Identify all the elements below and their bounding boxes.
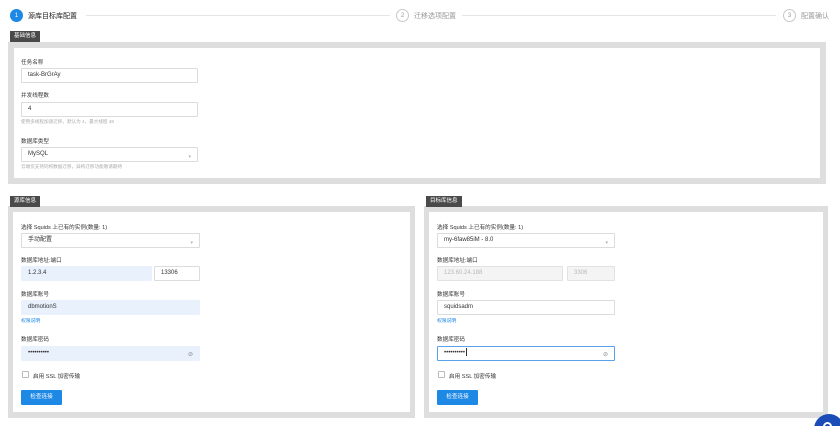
source-password-input[interactable]: •••••••••• ⊘ <box>21 346 200 361</box>
task-name-label: 任务名称 <box>21 60 44 66</box>
step-2-label: 迁移选项配置 <box>414 12 456 20</box>
source-ssl-checkbox[interactable] <box>22 371 29 378</box>
target-tag: 目标库信息 <box>426 196 462 207</box>
eye-off-icon[interactable]: ⊘ <box>603 349 608 362</box>
target-test-connection-button[interactable]: 检查连接 <box>437 390 478 405</box>
source-port-input[interactable]: 13306 <box>154 266 200 281</box>
target-password-input[interactable]: •••••••••• ⊘ <box>437 346 615 361</box>
source-host-input[interactable]: 1.2.3.4 <box>21 266 152 281</box>
source-permission-link[interactable]: 权限说明 <box>21 317 40 324</box>
steps-bar: 1 源库目标库配置 2 迁移选项配置 3 配置确认 <box>0 0 840 32</box>
source-instance-label: 选择 Squids 上已有的实例(数量: 1) <box>21 225 108 231</box>
target-account-input[interactable]: squidsadm <box>437 300 615 315</box>
step-3: 3 配置确认 <box>783 9 829 22</box>
eye-off-icon[interactable]: ⊘ <box>188 349 193 362</box>
dbtype-select[interactable]: MySQL ▾ <box>21 147 198 162</box>
target-password-value: •••••••••• <box>444 350 466 356</box>
target-host-input: 123.60.24.188 <box>437 266 563 281</box>
target-instance-value: my-6faw85iM - 8.0 <box>444 237 494 243</box>
source-instance-select[interactable]: 手动配置 ▾ <box>21 233 200 248</box>
source-account-label: 数据库账号 <box>21 292 49 298</box>
source-test-connection-button[interactable]: 检查连接 <box>21 390 62 405</box>
step-1-number: 1 <box>10 9 23 22</box>
target-instance-select[interactable]: my-6faw85iM - 8.0 ▾ <box>437 233 615 248</box>
step-divider-2 <box>462 15 776 16</box>
target-password-label: 数据库密码 <box>437 337 465 343</box>
chevron-down-icon: ▾ <box>190 240 193 246</box>
target-instance-label: 选择 Squids 上已有的实例(数量: 1) <box>437 225 524 231</box>
concurrency-label: 并发线程数 <box>21 93 49 99</box>
target-addr-label: 数据库地址:端口 <box>437 258 478 264</box>
target-port-input: 3306 <box>567 266 615 281</box>
source-addr-label: 数据库地址:端口 <box>21 258 62 264</box>
chevron-down-icon: ▾ <box>605 240 608 246</box>
step-1-label: 源库目标库配置 <box>28 12 77 20</box>
step-2: 2 迁移选项配置 <box>396 9 456 22</box>
step-2-number: 2 <box>396 9 409 22</box>
target-ssl-checkbox[interactable] <box>438 371 445 378</box>
target-account-label: 数据库账号 <box>437 292 465 298</box>
task-name-input[interactable]: task-BrGrAy <box>21 68 198 83</box>
dbtype-hint: 云端仅支持同构数据迁移，异构迁移功能敬请期待 <box>21 164 123 169</box>
basic-info-tag: 基础信息 <box>10 31 41 42</box>
text-cursor <box>466 348 468 357</box>
step-3-label: 配置确认 <box>801 12 829 20</box>
dbtype-label: 数据库类型 <box>21 139 49 145</box>
dbtype-value: MySQL <box>28 151 49 157</box>
source-instance-value: 手动配置 <box>28 237 53 243</box>
basic-info-panel: 任务名称 task-BrGrAy 并发线程数 4 使用多线程加速迁移，默认为 4… <box>8 42 826 184</box>
step-divider-1 <box>86 15 390 16</box>
source-panel: 选择 Squids 上已有的实例(数量: 1) 手动配置 ▾ 数据库地址:端口 … <box>8 206 415 418</box>
chevron-down-icon: ▾ <box>188 154 191 160</box>
target-ssl-label: 启用 SSL 加密传输 <box>449 374 497 380</box>
source-account-input[interactable]: dbmotionS <box>21 300 200 315</box>
step-3-number: 3 <box>783 9 796 22</box>
concurrency-hint: 使用多线程加速迁移，默认为 4，最大线程 48 <box>21 119 114 124</box>
step-1: 1 源库目标库配置 <box>10 9 77 22</box>
target-permission-link[interactable]: 权限说明 <box>437 317 456 324</box>
concurrency-input[interactable]: 4 <box>21 102 198 117</box>
source-password-label: 数据库密码 <box>21 337 49 343</box>
source-ssl-label: 启用 SSL 加密传输 <box>33 374 81 380</box>
source-tag: 源库信息 <box>10 196 41 207</box>
target-panel: 选择 Squids 上已有的实例(数量: 1) my-6faw85iM - 8.… <box>424 206 828 418</box>
source-password-value: •••••••••• <box>28 350 50 356</box>
